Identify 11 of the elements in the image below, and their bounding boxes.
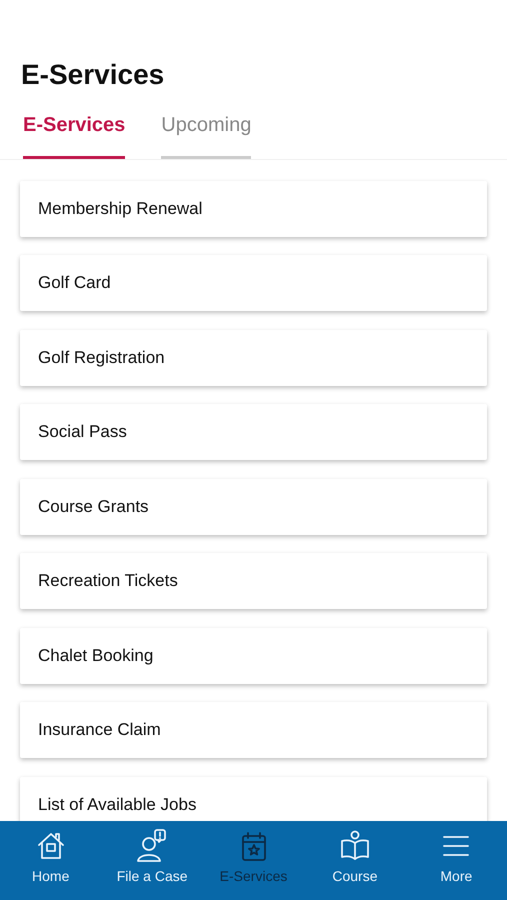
- tab[interactable]: E-Services: [23, 110, 126, 159]
- tab[interactable]: Upcoming: [161, 110, 252, 159]
- page-title: E-Services: [21, 58, 166, 92]
- service-item[interactable]: Social Pass: [20, 404, 487, 460]
- service-item[interactable]: Golf Card: [20, 255, 487, 312]
- service-item[interactable]: Membership Renewal: [20, 180, 487, 237]
- service-item[interactable]: Course Grants: [20, 478, 487, 535]
- service-item[interactable]: Chalet Booking: [20, 628, 487, 684]
- service-item[interactable]: Golf Registration: [20, 330, 487, 386]
- service-item[interactable]: Recreation Tickets: [20, 553, 487, 610]
- service-item[interactable]: Insurance Claim: [20, 702, 487, 758]
